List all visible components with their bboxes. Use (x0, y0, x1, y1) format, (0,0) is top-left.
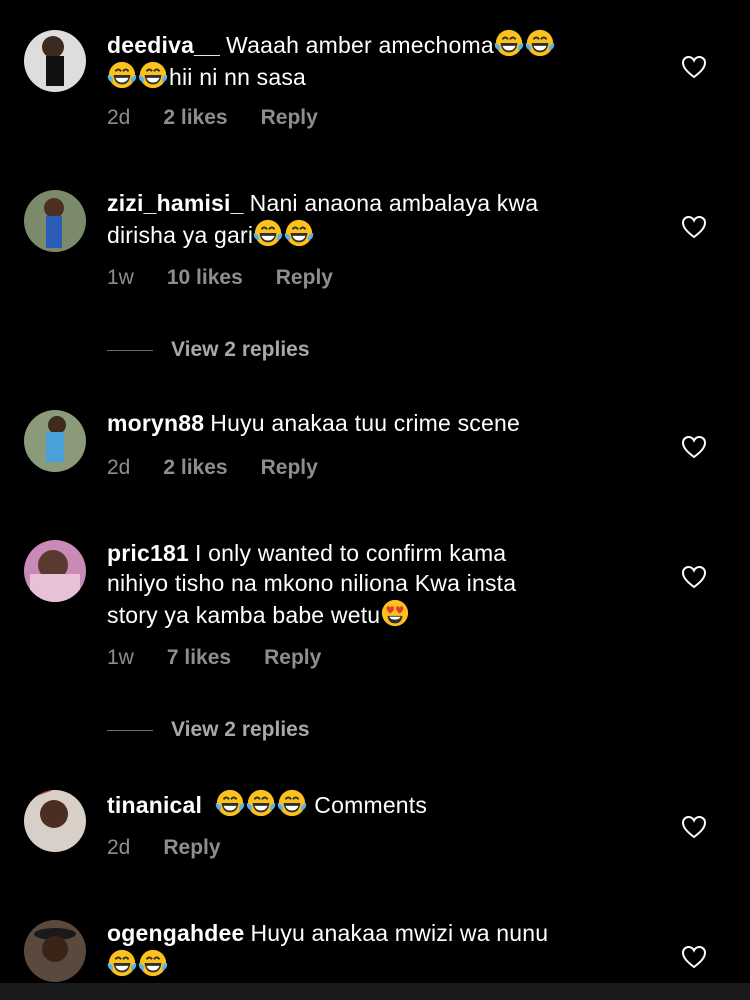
comment-body: I only wanted to confirm kama (194, 540, 507, 566)
reply-button[interactable]: Reply (261, 106, 318, 129)
heart-icon[interactable] (681, 565, 707, 589)
laugh-emoji-icon (525, 28, 555, 58)
comment-body: Huyu anakaa mwizi wa nunu (250, 920, 549, 946)
reply-button[interactable]: Reply (276, 266, 333, 289)
likes-count[interactable]: 2 likes (163, 456, 227, 479)
laugh-emoji-icon (107, 948, 137, 978)
laugh-emoji-icon (284, 218, 314, 248)
comment-meta: 2d Reply (107, 836, 254, 860)
comment-text: moryn88 Huyu anakaa tuu crime scene (107, 408, 647, 438)
comment-body: Waaah amber amechoma (226, 32, 494, 58)
avatar[interactable] (24, 30, 86, 92)
timestamp: 1w (107, 646, 134, 669)
comment-text: tinanical Comments (107, 788, 647, 820)
comment-body-line2: hii ni nn sasa (169, 64, 307, 90)
avatar[interactable] (24, 920, 86, 982)
laugh-emoji-icon (246, 788, 276, 818)
divider (107, 349, 153, 351)
avatar[interactable] (24, 410, 86, 472)
laugh-emoji-icon (277, 788, 307, 818)
laugh-emoji-icon (253, 218, 283, 248)
comment-body-line3: story ya kamba babe wetu (107, 602, 381, 628)
reply-button[interactable]: Reply (163, 836, 220, 859)
divider (107, 729, 153, 731)
username[interactable]: pric181 (107, 540, 189, 566)
view-replies-button[interactable]: View 2 replies (107, 718, 310, 742)
timestamp: 1w (107, 266, 134, 289)
avatar[interactable] (24, 790, 86, 852)
heart-icon[interactable] (681, 55, 707, 79)
heart-icon[interactable] (681, 815, 707, 839)
comment-text: ogengahdee Huyu anakaa mwizi wa nunu (107, 918, 647, 980)
heart-eyes-emoji-icon (380, 598, 410, 628)
comment-text: deediva__ Waaah amber amechoma hii ni nn … (107, 28, 647, 92)
bottom-bar (0, 983, 750, 1000)
comment-meta: 2d 2 likes Reply (107, 456, 351, 480)
heart-icon[interactable] (681, 945, 707, 969)
view-replies-button[interactable]: View 2 replies (107, 338, 310, 362)
reply-button[interactable]: Reply (264, 646, 321, 669)
comment-body-line2: nihiyo tisho na mkono niliona Kwa insta (107, 570, 517, 596)
comment-body: Huyu anakaa tuu crime scene (210, 410, 520, 436)
username[interactable]: deediva__ (107, 32, 220, 58)
view-replies-label[interactable]: View 2 replies (171, 718, 310, 741)
heart-icon[interactable] (681, 435, 707, 459)
username[interactable]: zizi_hamisi_ (107, 190, 244, 216)
laugh-emoji-icon (138, 948, 168, 978)
view-replies-label[interactable]: View 2 replies (171, 338, 310, 361)
username[interactable]: ogengahdee (107, 920, 244, 946)
likes-count[interactable]: 10 likes (167, 266, 243, 289)
likes-count[interactable]: 2 likes (163, 106, 227, 129)
timestamp: 2d (107, 456, 131, 479)
laugh-emoji-icon (107, 60, 137, 90)
comment-body: Comments (314, 792, 428, 818)
avatar[interactable] (24, 540, 86, 602)
comment-text: pric181 I only wanted to confirm kama nih… (107, 538, 647, 630)
comment-body-line2: dirisha ya gari (107, 222, 254, 248)
comment-body: Nani anaona ambalaya kwa (249, 190, 539, 216)
comment-meta: 1w 10 likes Reply (107, 266, 366, 290)
timestamp: 2d (107, 836, 131, 859)
username[interactable]: moryn88 (107, 410, 204, 436)
comment-meta: 2d 2 likes Reply (107, 106, 351, 130)
heart-icon[interactable] (681, 215, 707, 239)
likes-count[interactable]: 7 likes (167, 646, 231, 669)
avatar[interactable] (24, 190, 86, 252)
comment-meta: 1w 7 likes Reply (107, 646, 354, 670)
username[interactable]: tinanical (107, 792, 202, 818)
timestamp: 2d (107, 106, 131, 129)
laugh-emoji-icon (494, 28, 524, 58)
laugh-emoji-icon (215, 788, 245, 818)
comment-text: zizi_hamisi_ Nani anaona ambalaya kwa dir… (107, 188, 647, 250)
reply-button[interactable]: Reply (261, 456, 318, 479)
laugh-emoji-icon (138, 60, 168, 90)
